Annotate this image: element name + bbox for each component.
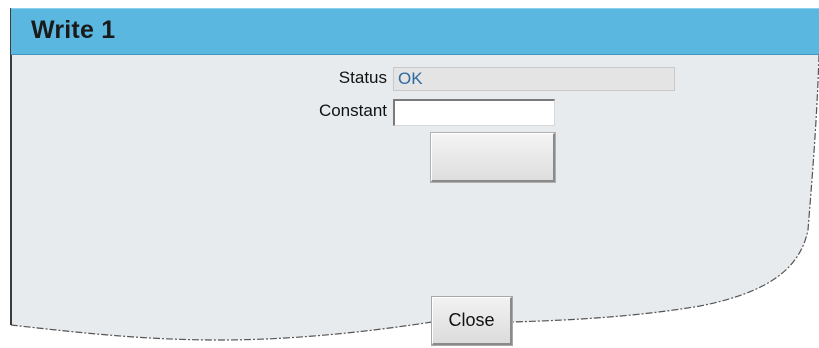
status-field: OK: [393, 67, 675, 91]
status-label: Status: [338, 68, 387, 87]
dialog-stage: Write 1 Status OK Constant Close: [0, 0, 819, 348]
constant-label: Constant: [318, 101, 387, 120]
title-bar: Write 1: [11, 8, 819, 55]
constant-input[interactable]: [393, 99, 555, 126]
write-button[interactable]: [431, 133, 555, 182]
close-button[interactable]: Close: [432, 297, 512, 345]
dialog-title: Write 1: [31, 16, 116, 44]
